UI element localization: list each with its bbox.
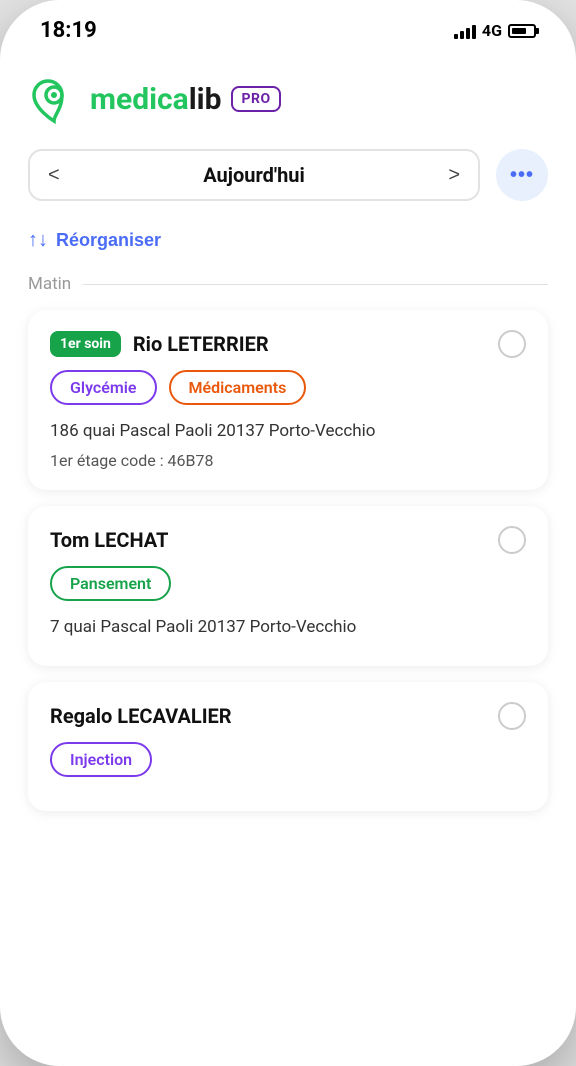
patient-name-tom: Tom LECHAT <box>50 528 168 552</box>
more-options-button[interactable]: ••• <box>496 149 548 201</box>
signal-bars-icon <box>454 23 476 39</box>
patient-name-row-regalo: Regalo LECAVALIER <box>50 704 232 728</box>
patient-select-rio[interactable] <box>498 330 526 358</box>
sort-icon: ↑↓ <box>28 229 48 252</box>
patient-header-regalo: Regalo LECAVALIER <box>50 702 526 730</box>
notch <box>218 0 358 30</box>
patient-header-rio: 1er soin Rio LETERRIER <box>50 330 526 358</box>
reorganize-label: Réorganiser <box>56 230 161 251</box>
battery-icon <box>508 24 536 38</box>
first-soin-badge: 1er soin <box>50 331 121 357</box>
patient-select-tom[interactable] <box>498 526 526 554</box>
nav-row: < Aujourd'hui > ••• <box>28 149 548 201</box>
tags-row-rio: Glycémie Médicaments <box>50 370 526 405</box>
app-content: medicalib PRO < Aujourd'hui > ••• ↑↓ Réo… <box>0 53 576 1066</box>
patient-card-rio[interactable]: 1er soin Rio LETERRIER Glycémie Médicame… <box>28 310 548 490</box>
patient-name-regalo: Regalo LECAVALIER <box>50 704 232 728</box>
tag-medicaments[interactable]: Médicaments <box>169 370 307 405</box>
tags-row-regalo: Injection <box>50 742 526 777</box>
logo-text: medicalib <box>90 82 221 117</box>
date-label: Aujourd'hui <box>76 163 433 187</box>
app-header: medicalib PRO <box>28 53 548 149</box>
tags-row-tom: Pansement <box>50 566 526 601</box>
status-time: 18:19 <box>40 18 97 43</box>
tag-injection[interactable]: Injection <box>50 742 152 777</box>
network-label: 4G <box>482 21 502 40</box>
patient-address-tom: 7 quai Pascal Paoli 20137 Porto-Vecchio <box>50 615 526 641</box>
tag-pansement[interactable]: Pansement <box>50 566 171 601</box>
patient-name-rio: Rio LETERRIER <box>133 332 269 356</box>
patient-address-rio: 186 quai Pascal Paoli 20137 Porto-Vecchi… <box>50 419 526 445</box>
phone-frame: 18:19 4G medicalib PRO <box>0 0 576 1066</box>
next-day-button[interactable]: > <box>448 165 460 185</box>
status-icons: 4G <box>454 21 536 40</box>
morning-section-label: Matin <box>28 274 548 294</box>
medicalib-logo-icon <box>28 73 80 125</box>
patient-name-row-rio: 1er soin Rio LETERRIER <box>50 331 269 357</box>
prev-day-button[interactable]: < <box>48 165 60 185</box>
patient-select-regalo[interactable] <box>498 702 526 730</box>
logo-wordmark: medicalib PRO <box>90 82 281 117</box>
patient-name-row-tom: Tom LECHAT <box>50 528 168 552</box>
pro-badge: PRO <box>231 86 280 112</box>
patient-card-regalo[interactable]: Regalo LECAVALIER Injection <box>28 682 548 811</box>
date-nav: < Aujourd'hui > <box>28 149 480 201</box>
patient-detail-rio: 1er étage code : 46B78 <box>50 451 526 470</box>
patient-header-tom: Tom LECHAT <box>50 526 526 554</box>
battery-fill <box>512 28 526 34</box>
patient-card-tom[interactable]: Tom LECHAT Pansement 7 quai Pascal Paoli… <box>28 506 548 667</box>
reorganize-button[interactable]: ↑↓ Réorganiser <box>28 229 161 252</box>
tag-glycemie[interactable]: Glycémie <box>50 370 157 405</box>
more-dots-icon: ••• <box>510 164 534 187</box>
